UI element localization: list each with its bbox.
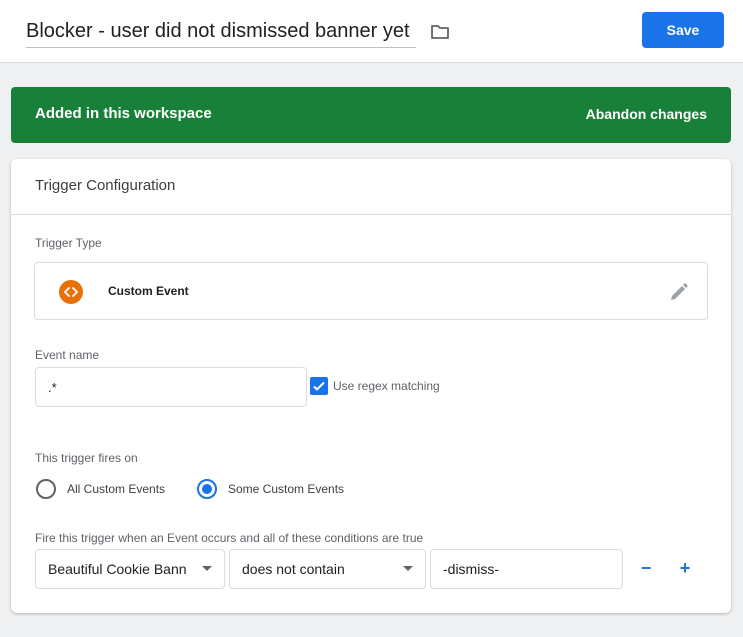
save-button[interactable]: Save — [642, 12, 724, 48]
regex-label: Use regex matching — [333, 379, 440, 393]
fires-on-label: This trigger fires on — [35, 451, 138, 465]
regex-checkbox[interactable] — [310, 377, 328, 395]
radio-some-custom-events[interactable] — [197, 479, 217, 499]
banner-message: Added in this workspace — [35, 105, 212, 122]
variable-select-value: Beautiful Cookie Bann — [48, 561, 187, 577]
add-condition-button[interactable]: + — [673, 556, 697, 580]
card-header: Trigger Configuration — [11, 159, 731, 215]
trigger-type-name: Custom Event — [108, 284, 189, 298]
condition-value-input[interactable] — [430, 549, 623, 589]
tag-name-input[interactable]: Blocker - user did not dismissed banner … — [26, 14, 416, 48]
check-icon — [313, 381, 325, 391]
condition-label: Fire this trigger when an Event occurs a… — [35, 531, 424, 545]
trigger-type-selector[interactable]: Custom Event — [34, 262, 708, 320]
chevron-down-icon — [403, 566, 413, 571]
radio-selected-dot — [202, 484, 212, 494]
top-bar: Blocker - user did not dismissed banner … — [0, 0, 743, 63]
abandon-changes-link[interactable]: Abandon changes — [586, 106, 707, 122]
trigger-configuration-card: Trigger Configuration Trigger Type Custo… — [11, 159, 731, 613]
operator-select-value: does not contain — [242, 561, 345, 577]
event-name-input[interactable] — [35, 367, 307, 407]
operator-select[interactable]: does not contain — [229, 549, 426, 589]
radio-some-custom-events-label: Some Custom Events — [228, 482, 345, 496]
variable-select[interactable]: Beautiful Cookie Bann — [35, 549, 225, 589]
workspace-banner: Added in this workspace Abandon changes — [11, 87, 731, 143]
remove-condition-button[interactable]: − — [634, 556, 658, 580]
chevron-down-icon — [202, 566, 212, 571]
pencil-icon[interactable] — [667, 280, 691, 304]
card-title: Trigger Configuration — [35, 177, 176, 194]
custom-event-icon — [59, 280, 83, 304]
folder-icon[interactable] — [428, 20, 452, 44]
event-name-label: Event name — [35, 348, 100, 362]
radio-all-custom-events-label: All Custom Events — [67, 482, 166, 496]
radio-all-custom-events[interactable] — [36, 479, 56, 499]
trigger-type-label: Trigger Type — [35, 236, 102, 250]
